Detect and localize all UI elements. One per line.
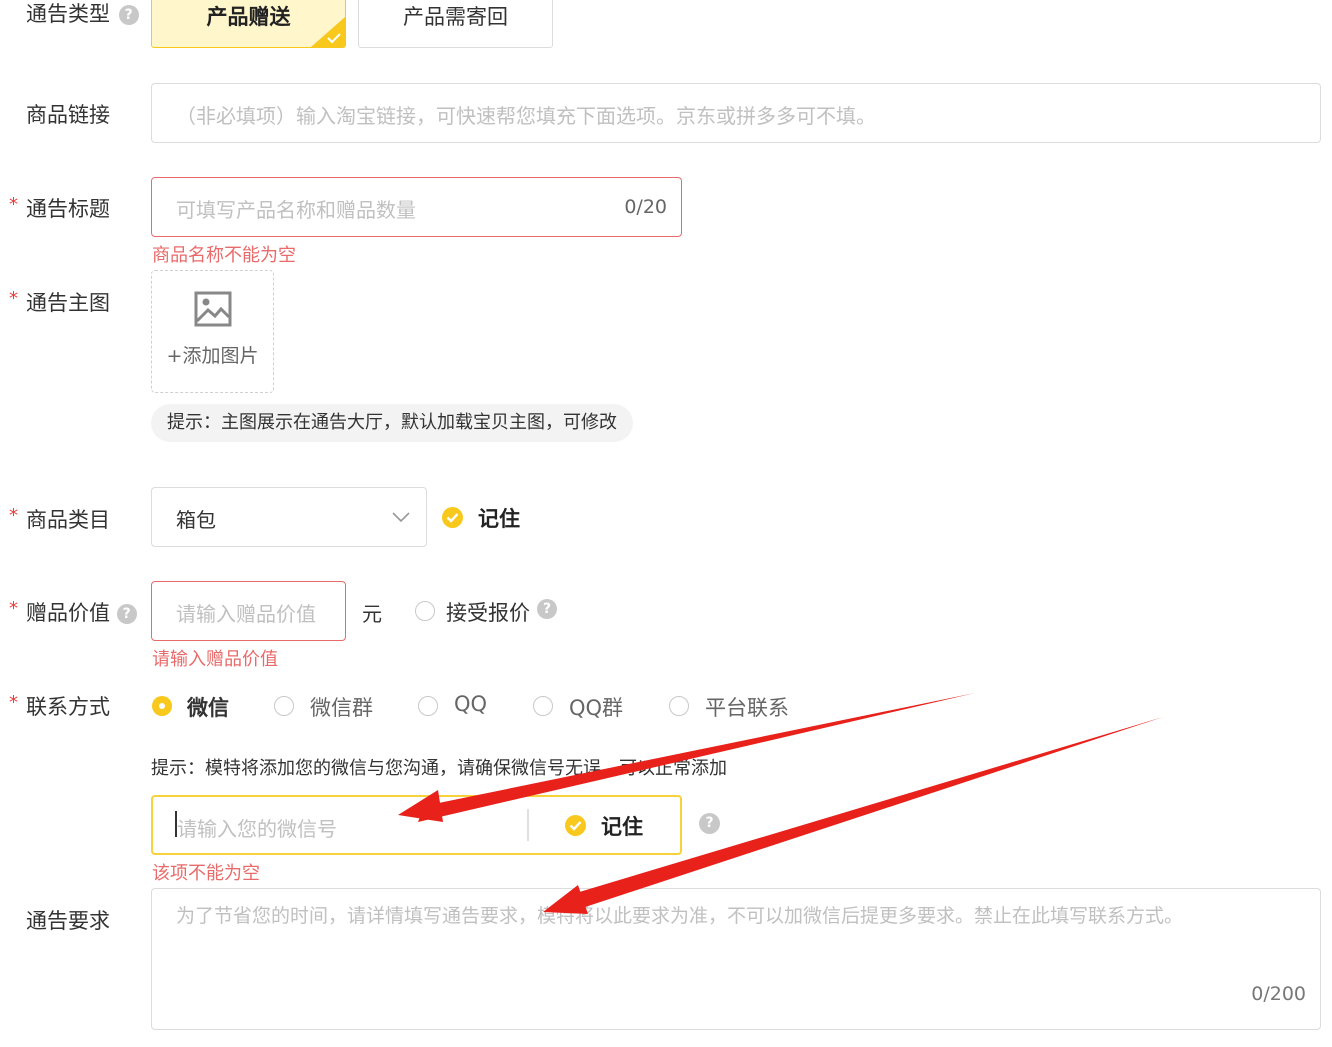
gift-value-placeholder: 请输入赠品价值	[176, 602, 316, 626]
requirements-label: 通告要求	[26, 909, 110, 933]
requirements-textarea[interactable]: 为了节省您的时间，请详情填写通告要求，模特将以此要求为准，不可以加微信后提更多要…	[151, 888, 1321, 1030]
contact-option-wechat-group[interactable]: 微信群	[310, 692, 373, 722]
contact-label: 联系方式	[26, 695, 110, 719]
required-mark: *	[9, 692, 18, 713]
title-label: 通告标题	[26, 197, 110, 221]
type-option-return[interactable]: 产品需寄回	[358, 0, 553, 48]
type-option-return-label: 产品需寄回	[403, 5, 508, 29]
product-link-label: 商品链接	[26, 103, 110, 127]
remember-check-icon[interactable]	[565, 815, 586, 836]
contact-radio-wechat[interactable]	[152, 696, 172, 716]
input-divider	[527, 809, 529, 841]
required-mark: *	[9, 194, 18, 215]
gift-value-error: 请输入赠品价值	[152, 649, 278, 670]
required-mark: *	[9, 288, 18, 309]
contact-radio-qq[interactable]	[418, 696, 438, 716]
main-image-label: 通告主图	[26, 291, 110, 315]
help-icon[interactable]: ?	[116, 604, 137, 624]
contact-radio-qq-group[interactable]	[533, 696, 553, 716]
upload-label: +添加图片	[166, 345, 259, 367]
wechat-error: 该项不能为空	[152, 863, 260, 884]
requirements-placeholder: 为了节省您的时间，请详情填写通告要求，模特将以此要求为准，不可以加微信后提更多要…	[176, 905, 1184, 927]
accept-quote-label[interactable]: 接受报价	[446, 597, 530, 627]
contact-radio-platform[interactable]	[669, 696, 689, 716]
accept-quote-radio[interactable]	[415, 601, 435, 621]
help-icon[interactable]: ?	[118, 5, 139, 25]
image-upload-box[interactable]: +添加图片	[151, 270, 274, 393]
contact-option-platform[interactable]: 平台联系	[705, 692, 789, 722]
category-label: 商品类目	[26, 508, 110, 532]
type-option-gift[interactable]: 产品赠送	[151, 0, 346, 48]
requirements-counter: 0/200	[1251, 983, 1306, 1005]
check-icon	[327, 33, 341, 44]
category-select[interactable]: 箱包	[151, 487, 427, 547]
title-placeholder: 可填写产品名称和赠品数量	[176, 198, 416, 222]
title-counter: 0/20	[624, 196, 667, 218]
help-icon[interactable]: ?	[537, 599, 557, 619]
category-value: 箱包	[176, 508, 216, 532]
wechat-placeholder: 请输入您的微信号	[177, 817, 337, 841]
contact-tip: 提示：模特将添加您的微信与您沟通，请确保微信号无误，可以正常添加	[151, 758, 727, 779]
main-image-tip: 提示：主图展示在通告大厅，默认加载宝贝主图，可修改	[151, 404, 633, 442]
title-error: 商品名称不能为空	[152, 245, 296, 266]
gift-value-unit: 元	[362, 602, 382, 626]
wechat-remember-label[interactable]: 记住	[601, 811, 643, 841]
product-link-placeholder: （非必填项）输入淘宝链接，可快速帮您填充下面选项。京东或拼多多可不填。	[176, 104, 876, 128]
required-mark: *	[9, 505, 18, 526]
gift-value-input[interactable]: 请输入赠品价值	[151, 581, 346, 641]
product-link-input[interactable]: （非必填项）输入淘宝链接，可快速帮您填充下面选项。京东或拼多多可不填。	[151, 83, 1321, 143]
contact-option-wechat[interactable]: 微信	[187, 692, 229, 722]
category-remember-label[interactable]: 记住	[478, 503, 520, 533]
contact-radio-wechat-group[interactable]	[274, 696, 294, 716]
title-input[interactable]: 可填写产品名称和赠品数量 0/20	[151, 177, 682, 237]
chevron-down-icon	[392, 512, 410, 523]
wechat-input[interactable]: 请输入您的微信号 记住	[151, 795, 682, 855]
contact-option-qq[interactable]: QQ	[454, 692, 487, 716]
contact-option-qq-group[interactable]: QQ群	[569, 692, 623, 722]
required-mark: *	[9, 598, 18, 619]
remember-check-icon[interactable]	[442, 507, 463, 528]
type-label: 通告类型 ?	[26, 0, 139, 28]
image-icon	[194, 291, 232, 327]
gift-value-label: 赠品价值 ?	[26, 597, 137, 627]
help-icon[interactable]: ?	[699, 813, 720, 834]
